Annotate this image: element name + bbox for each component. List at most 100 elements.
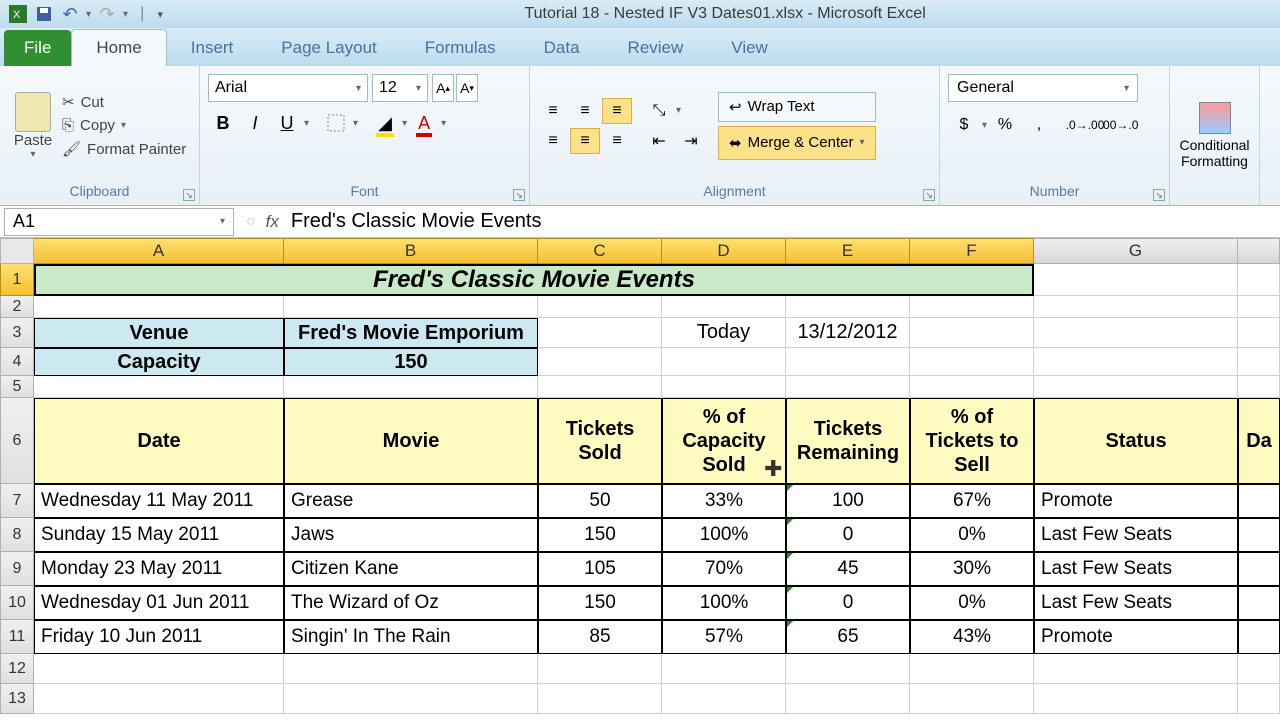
cell-extra-4[interactable] <box>1238 620 1280 654</box>
save-icon[interactable] <box>34 4 54 24</box>
row-header-9[interactable]: 9 <box>0 552 34 586</box>
table-header-0[interactable]: Date <box>34 398 284 484</box>
cell-blank[interactable] <box>786 376 910 398</box>
cell-blank[interactable] <box>1034 348 1238 376</box>
cell-blank[interactable] <box>538 348 662 376</box>
cell-blank[interactable] <box>1238 318 1280 348</box>
format-painter-button[interactable]: 🖌Format Painter <box>62 140 186 158</box>
cell-blank[interactable] <box>284 654 538 684</box>
cell-pctsell-4[interactable]: 43% <box>910 620 1034 654</box>
cell-movie-0[interactable]: Grease <box>284 484 538 518</box>
cell-status-3[interactable]: Last Few Seats <box>1034 586 1238 620</box>
decrease-decimal-button[interactable]: .00→.0 <box>1103 110 1135 140</box>
row-header-10[interactable]: 10 <box>0 586 34 620</box>
cell-blank[interactable] <box>34 296 284 318</box>
cell-blank[interactable] <box>1034 296 1238 318</box>
cell-date-1[interactable]: Sunday 15 May 2011 <box>34 518 284 552</box>
cell-pct-4[interactable]: 57% <box>662 620 786 654</box>
cell-blank[interactable] <box>538 296 662 318</box>
cell-sold-2[interactable]: 105 <box>538 552 662 586</box>
cell-status-2[interactable]: Last Few Seats <box>1034 552 1238 586</box>
tab-formulas[interactable]: Formulas <box>401 30 520 66</box>
col-header-G[interactable]: G <box>1034 238 1238 264</box>
file-tab[interactable]: File <box>4 30 71 66</box>
cell-date-4[interactable]: Friday 10 Jun 2011 <box>34 620 284 654</box>
cell-blank[interactable] <box>1034 654 1238 684</box>
decrease-indent-button[interactable]: ⇤ <box>644 128 674 154</box>
cell-blank[interactable] <box>910 684 1034 714</box>
cell-blank[interactable] <box>786 296 910 318</box>
cell-pctsell-0[interactable]: 67% <box>910 484 1034 518</box>
cell-blank[interactable] <box>284 684 538 714</box>
font-name-select[interactable]: Arial▾ <box>208 74 368 102</box>
percent-button[interactable]: % <box>989 110 1021 140</box>
cell-extra-3[interactable] <box>1238 586 1280 620</box>
align-left-button[interactable]: ≡ <box>538 128 568 154</box>
cell-status-4[interactable]: Promote <box>1034 620 1238 654</box>
number-dialog-launcher[interactable]: ↘ <box>1153 189 1165 201</box>
table-header-6[interactable]: Status <box>1034 398 1238 484</box>
alignment-dialog-launcher[interactable]: ↘ <box>923 189 935 201</box>
cell-remain-3[interactable]: 0 <box>786 586 910 620</box>
tab-home[interactable]: Home <box>71 29 166 66</box>
grow-font-button[interactable]: A▴ <box>432 74 454 102</box>
bold-button[interactable]: B <box>208 108 238 138</box>
accounting-button[interactable]: $ <box>948 110 980 140</box>
cell-sold-1[interactable]: 150 <box>538 518 662 552</box>
cell-remain-2[interactable]: 45 <box>786 552 910 586</box>
cell-pctsell-3[interactable]: 0% <box>910 586 1034 620</box>
cell-extra-0[interactable] <box>1238 484 1280 518</box>
clipboard-dialog-launcher[interactable]: ↘ <box>183 189 195 201</box>
cell-pctsell-1[interactable]: 0% <box>910 518 1034 552</box>
table-header-5[interactable]: % of Tickets to Sell <box>910 398 1034 484</box>
cell-blank[interactable] <box>662 654 786 684</box>
row-header-5[interactable]: 5 <box>0 376 34 398</box>
cell-blank[interactable] <box>910 318 1034 348</box>
table-header-2[interactable]: Tickets Sold <box>538 398 662 484</box>
cell-pct-2[interactable]: 70% <box>662 552 786 586</box>
cell-extra-2[interactable] <box>1238 552 1280 586</box>
cell-date-0[interactable]: Wednesday 11 May 2011 <box>34 484 284 518</box>
cell-blank[interactable] <box>1034 264 1238 296</box>
cell-blank[interactable] <box>1238 654 1280 684</box>
italic-button[interactable]: I <box>240 108 270 138</box>
table-header-3[interactable]: % of Capacity Sold <box>662 398 786 484</box>
cell-sold-3[interactable]: 150 <box>538 586 662 620</box>
cell-pct-0[interactable]: 33% <box>662 484 786 518</box>
select-all-corner[interactable] <box>0 238 34 264</box>
copy-button[interactable]: ⎘Copy▾ <box>62 117 186 134</box>
cell-blank[interactable] <box>786 654 910 684</box>
row-header-8[interactable]: 8 <box>0 518 34 552</box>
align-middle-button[interactable]: ≡ <box>570 98 600 124</box>
capacity-value[interactable]: 150 <box>284 348 538 376</box>
redo-icon[interactable]: ↷ <box>97 4 117 24</box>
today-label[interactable]: Today <box>662 318 786 348</box>
paste-button[interactable]: Paste ▾ <box>8 88 58 164</box>
cell-blank[interactable] <box>910 348 1034 376</box>
cell-pctsell-2[interactable]: 30% <box>910 552 1034 586</box>
table-header-1[interactable]: Movie <box>284 398 538 484</box>
cell-sold-0[interactable]: 50 <box>538 484 662 518</box>
cell-movie-4[interactable]: Singin' In The Rain <box>284 620 538 654</box>
formula-bar[interactable]: Fred's Classic Movie Events <box>279 210 542 233</box>
qat-customize-icon[interactable]: ▾ <box>150 4 170 24</box>
row-header-11[interactable]: 11 <box>0 620 34 654</box>
row-header-3[interactable]: 3 <box>0 318 34 348</box>
today-value[interactable]: 13/12/2012 <box>786 318 910 348</box>
table-header-7[interactable]: Da <box>1238 398 1280 484</box>
cell-blank[interactable] <box>662 376 786 398</box>
col-header-F[interactable]: F <box>910 238 1034 264</box>
align-right-button[interactable]: ≡ <box>602 128 632 154</box>
cell-blank[interactable] <box>538 318 662 348</box>
cell-extra-1[interactable] <box>1238 518 1280 552</box>
cell-blank[interactable] <box>1238 376 1280 398</box>
increase-indent-button[interactable]: ⇥ <box>676 128 706 154</box>
cell-blank[interactable] <box>662 684 786 714</box>
cell-blank[interactable] <box>1034 684 1238 714</box>
cell-pct-3[interactable]: 100% <box>662 586 786 620</box>
title-cell[interactable]: Fred's Classic Movie Events <box>34 264 1034 296</box>
increase-decimal-button[interactable]: .0→.00 <box>1069 110 1101 140</box>
row-header-1[interactable]: 1 <box>0 264 34 296</box>
tab-data[interactable]: Data <box>520 30 604 66</box>
cell-blank[interactable] <box>910 376 1034 398</box>
